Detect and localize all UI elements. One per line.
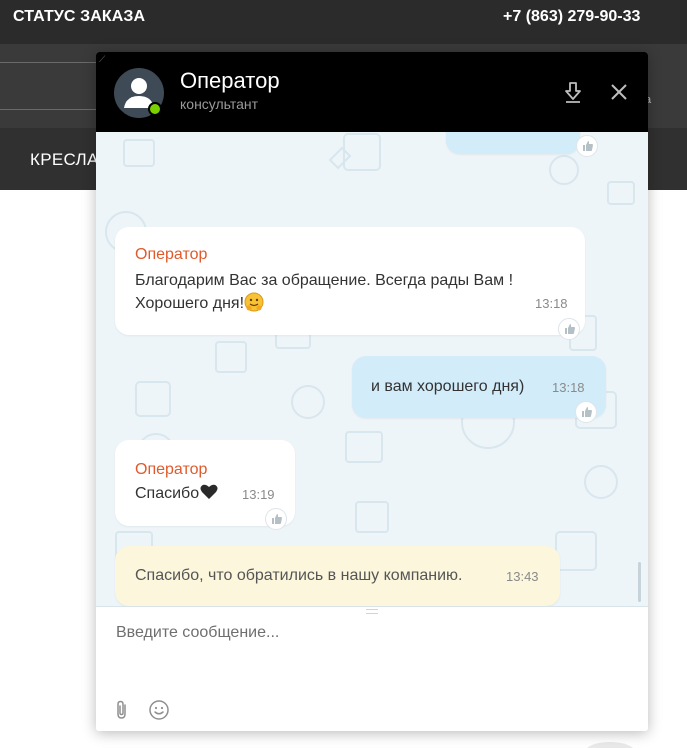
thumbs-up-icon [272,514,282,524]
site-decoration [585,742,635,748]
message-time: 13:18 [535,296,568,311]
resize-grip-icon[interactable] [366,609,378,614]
resize-corner-icon[interactable]: ⟋ [99,54,105,65]
black-heart-emoji-icon [200,484,218,499]
thumbs-up-icon [583,141,593,151]
online-status-dot [148,102,162,116]
chat-messages-area[interactable]: Оператор Благодарим Вас за обращение. Вс… [96,132,648,606]
previous-outgoing-bubble [446,132,580,154]
chat-widget: ⟋ Оператор консультант Оператор Благодар… [96,52,648,731]
chat-header: ⟋ Оператор консультант [96,52,648,132]
close-icon [611,84,627,100]
like-button[interactable] [558,318,580,340]
message-text: Спасибо, что обратились в нашу компанию. [135,567,463,584]
message-time: 13:19 [242,487,275,502]
incoming-message: Оператор Благодарим Вас за обращение. Вс… [115,227,585,335]
message-line: Благодарим Вас за обращение. Всегда рады… [135,272,514,289]
attach-button[interactable] [112,699,132,721]
message-author: Оператор [135,246,208,263]
site-search-field[interactable] [0,62,110,110]
smile-icon [149,700,169,720]
like-button[interactable] [265,508,287,530]
phone-number[interactable]: +7 (863) 279-90-33 [503,8,640,26]
like-button[interactable] [575,401,597,423]
message-time: 13:43 [506,569,539,584]
message-text: и вам хорошего дня) [371,378,525,395]
like-button[interactable] [576,135,598,157]
message-author: Оператор [135,461,208,478]
thumbs-up-icon [582,407,592,417]
operator-name: Оператор [180,68,280,93]
operator-role: консультант [180,96,259,112]
chat-input-area [96,606,648,731]
thumbs-up-icon [565,324,575,334]
hugging-face-emoji-icon [244,292,264,312]
message-line-wrapper: Хорошего дня! [135,292,513,315]
order-status-link[interactable]: СТАТУС ЗАКАЗА [13,8,145,26]
close-chat-button[interactable] [607,80,631,104]
outgoing-message: и вам хорошего дня) 13:18 [352,356,606,418]
system-message: Спасибо, что обратились в нашу компанию.… [115,546,560,606]
download-icon [565,82,581,103]
message-time: 13:18 [552,380,585,395]
site-top-bar: СТАТУС ЗАКАЗА +7 (863) 279-90-33 [0,0,687,44]
message-line: Хорошего дня! [135,295,245,312]
message-line: Спасибо [135,485,200,502]
message-text: Спасибо [135,482,219,505]
paperclip-icon [117,700,126,719]
message-text: Благодарим Вас за обращение. Всегда рады… [135,269,513,315]
nav-item-armchairs[interactable]: КРЕСЛА [30,150,99,170]
download-button[interactable] [561,80,585,104]
emoji-button[interactable] [148,699,170,721]
chat-scrollbar[interactable] [638,562,641,602]
message-input[interactable] [116,621,616,645]
